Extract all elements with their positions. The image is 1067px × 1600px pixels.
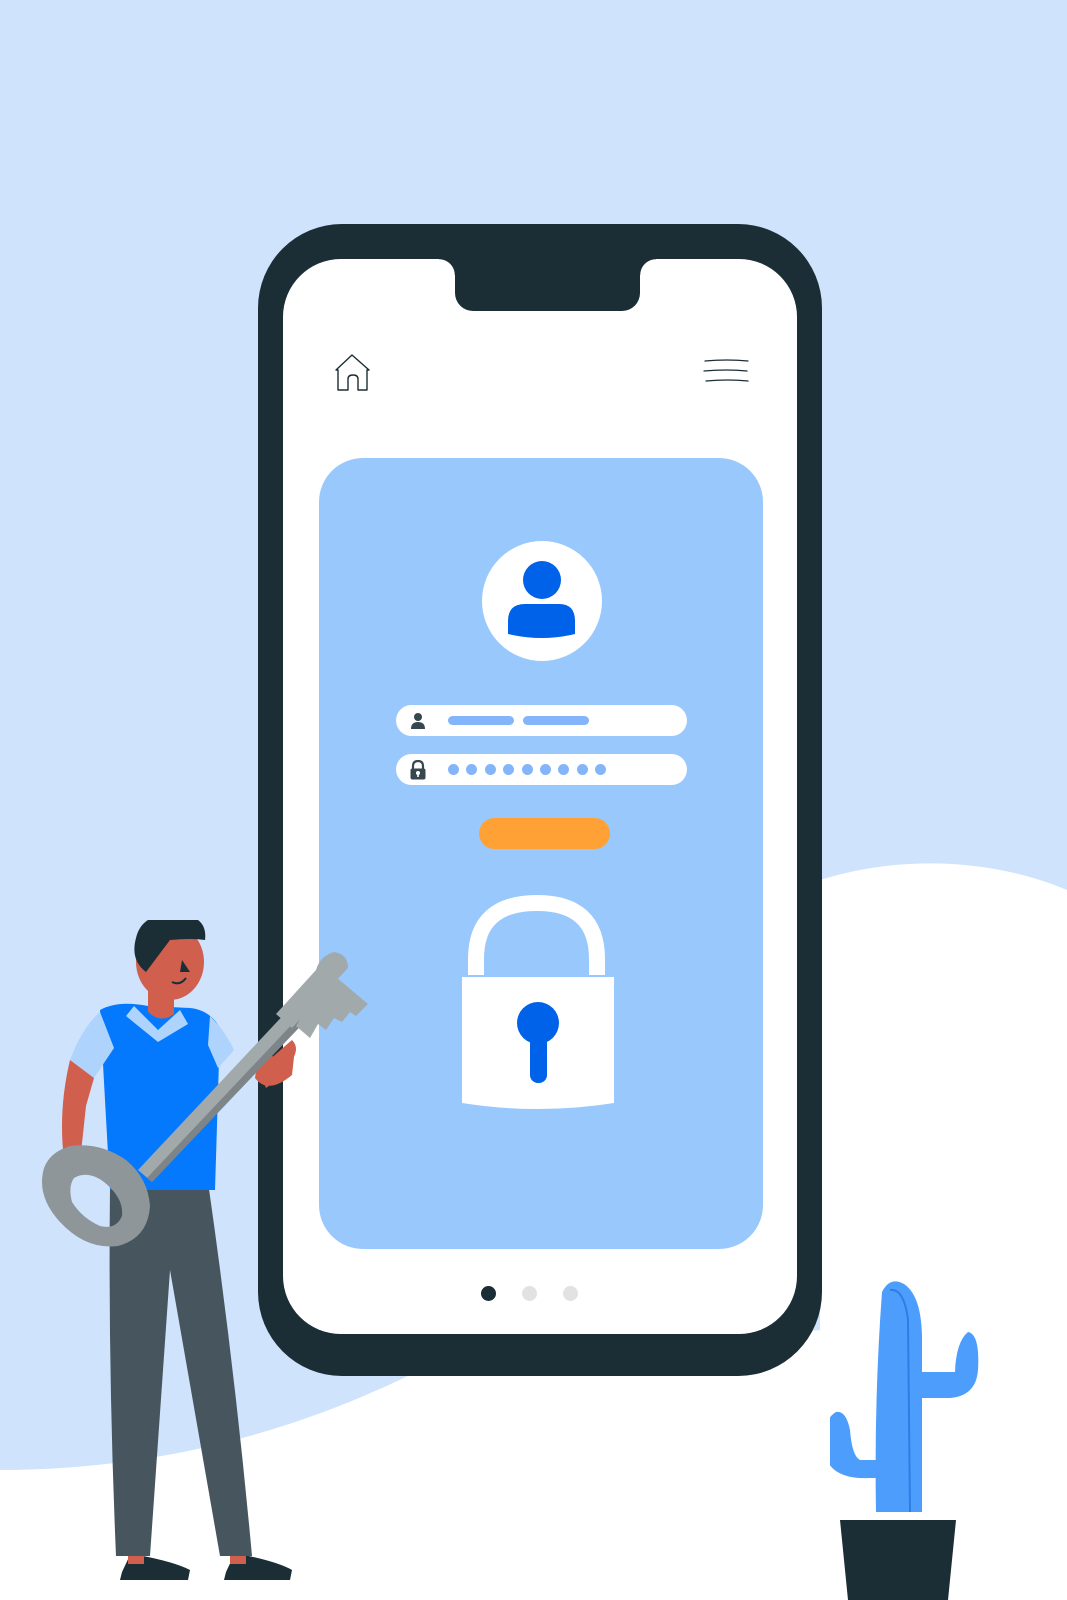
user-icon xyxy=(411,713,425,729)
password-mask-dot xyxy=(466,764,478,775)
login-illustration xyxy=(0,0,1067,1600)
home-icon xyxy=(335,354,370,391)
page-dot[interactable] xyxy=(481,1286,496,1301)
home-button[interactable] xyxy=(333,352,373,392)
menu-button[interactable] xyxy=(703,357,749,387)
padlock-illustration xyxy=(454,893,624,1115)
lock-icon xyxy=(410,760,426,780)
login-button[interactable] xyxy=(479,818,610,849)
padlock-icon xyxy=(462,894,614,1109)
password-mask-dot xyxy=(503,764,515,775)
password-mask-dot xyxy=(448,764,459,775)
hamburger-menu-icon xyxy=(703,359,749,382)
username-placeholder-bar xyxy=(448,716,514,725)
password-mask-dot xyxy=(576,764,588,775)
page-indicator xyxy=(481,1286,578,1301)
person-with-key xyxy=(42,920,368,1580)
page-dot[interactable] xyxy=(563,1286,578,1301)
phone-notch xyxy=(439,259,656,311)
user-avatar-icon xyxy=(508,561,575,638)
password-mask-dot xyxy=(595,764,607,775)
password-mask-dot xyxy=(558,764,570,775)
username-placeholder-bar xyxy=(523,716,589,725)
masked-password xyxy=(448,764,607,775)
password-mask-dot xyxy=(484,764,496,775)
password-mask-dot xyxy=(539,764,551,775)
password-field[interactable] xyxy=(396,754,687,785)
password-mask-dot xyxy=(521,764,533,775)
avatar xyxy=(482,541,602,661)
username-field[interactable] xyxy=(396,705,687,736)
page-dot[interactable] xyxy=(522,1286,537,1301)
cactus-plant xyxy=(830,1281,979,1600)
